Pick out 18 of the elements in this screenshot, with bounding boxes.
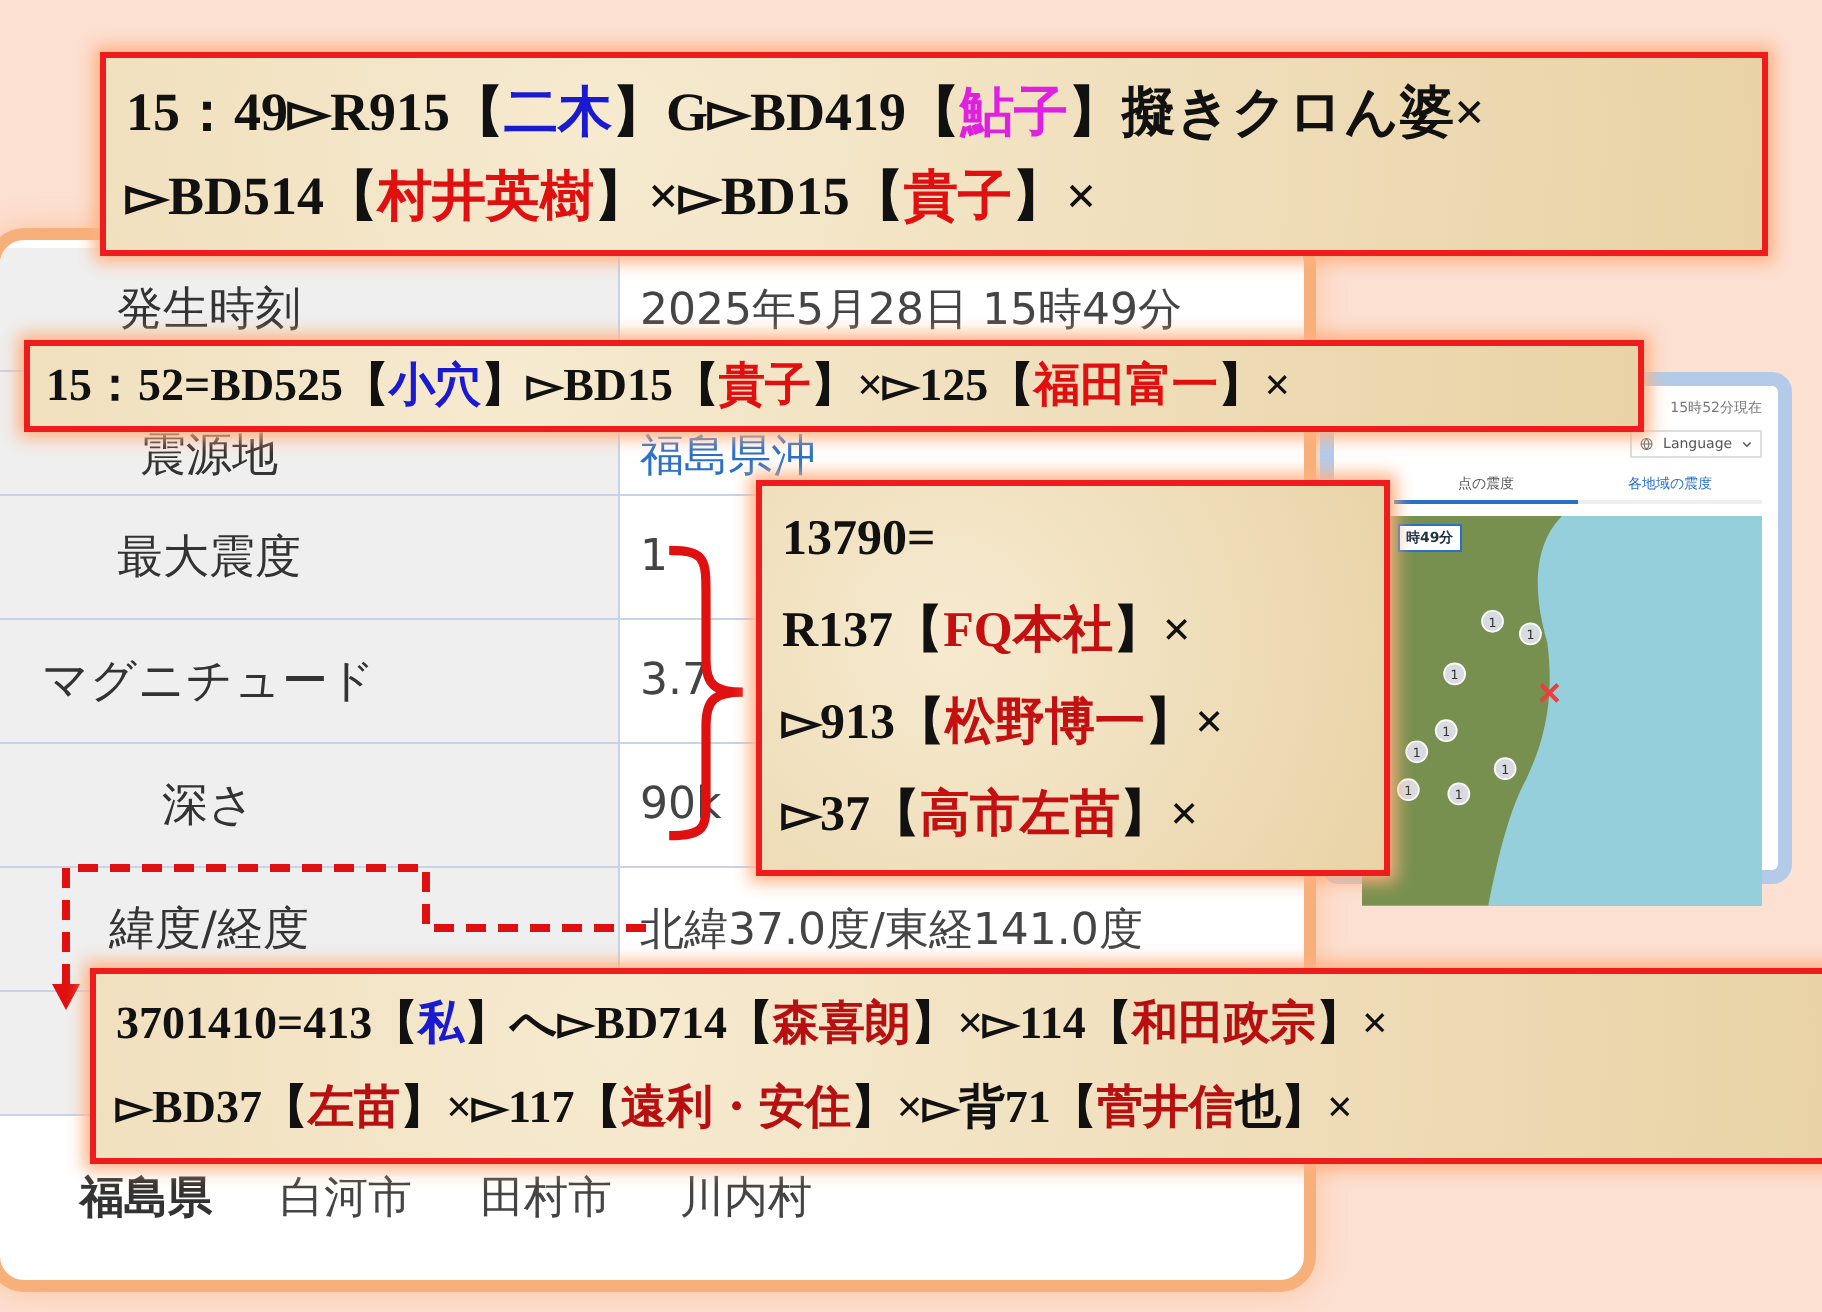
annotation-note: 3701410=413【私】へ▻BD714【森喜朗】×▻114【和田政宗】× ▻BD37【左苗】×▻117【遠利・安住】×▻背71【菅井信也】× xyxy=(90,968,1822,1164)
prefecture-label: 福島県 xyxy=(80,1172,212,1228)
label-cell: 深さ xyxy=(0,744,620,866)
row-value: 1 xyxy=(640,532,668,582)
globe-icon xyxy=(1640,436,1654,452)
epicenter-icon xyxy=(1538,682,1560,704)
label-cell: マグニチュード xyxy=(0,620,620,742)
annotation-note: 15：52=BD525【小穴】▻BD15【貴子】×▻125【福田富一】× xyxy=(24,340,1644,432)
label-cell: 最大震度 xyxy=(0,496,620,618)
row-value: 2025年5月28日 15時49分 xyxy=(640,283,1182,339)
annotation-note: 15：49▻R915【二木】G▻BD419【鮎子】擬きクロん婆× ▻BD514【村井英樹】×▻BD15【貴子】× xyxy=(100,52,1768,256)
city-link[interactable]: 川内村 xyxy=(680,1168,812,1228)
city-link[interactable]: 田村市 xyxy=(480,1168,612,1228)
location-link[interactable]: 福島県沖 xyxy=(640,426,816,486)
chevron-icon xyxy=(1742,439,1752,449)
city-link[interactable]: 白河市 xyxy=(280,1168,412,1228)
annotation-note: 13790= R137【FQ本社】× ▻913【松野博一】× ▻37【高市左苗】× xyxy=(756,480,1390,876)
row-value: 北緯37.0度/東経141.0度 xyxy=(640,903,1143,959)
